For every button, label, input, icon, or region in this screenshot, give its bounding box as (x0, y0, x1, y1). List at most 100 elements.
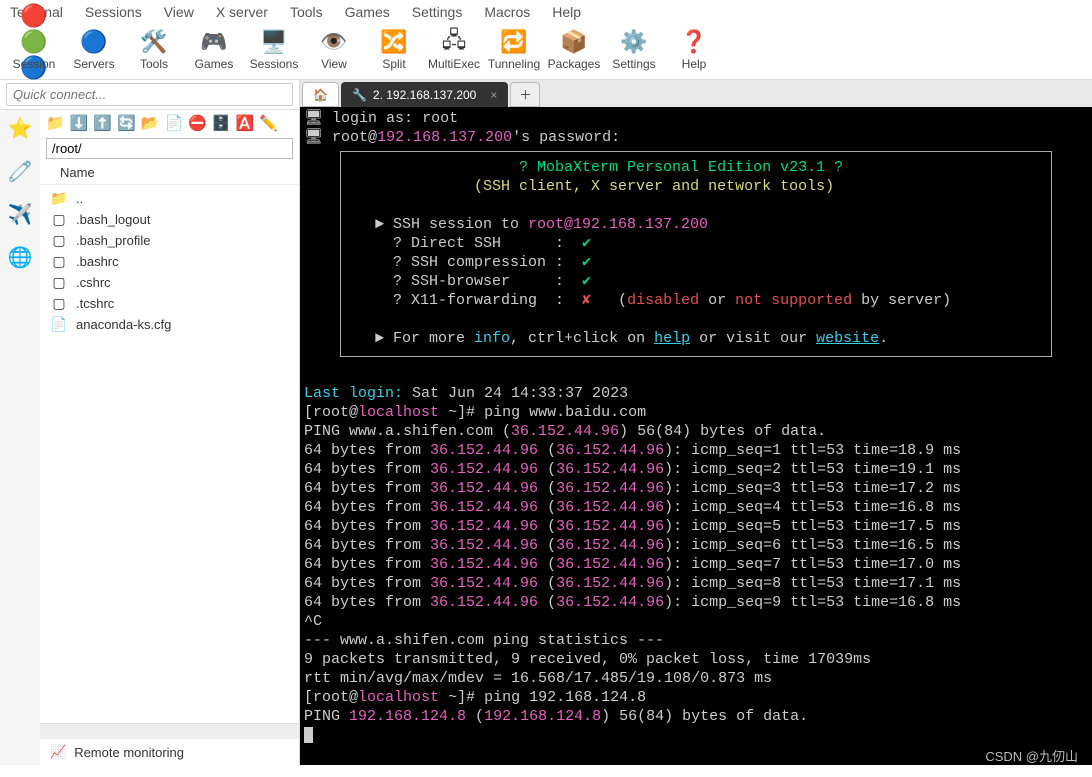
sidebar: ⭐🧷✈️🌐 📁⬇️⬆️🔄📂📄⛔🗄️🅰️✏️ Name 📁..▢.bash_log… (0, 80, 300, 765)
tool-games[interactable]: 🎮Games (184, 26, 244, 73)
file-name: anaconda-ks.cfg (76, 317, 171, 332)
file-row[interactable]: ▢ .tcshrc (40, 293, 299, 314)
tool-label: Settings (612, 57, 655, 71)
wrench-icon: 🔧 (352, 88, 367, 102)
file-row[interactable]: ▢ .bash_profile (40, 230, 299, 251)
file-row[interactable]: 📁.. (40, 188, 299, 209)
tab-home[interactable]: 🏠 (302, 82, 339, 107)
file-name: .bashrc (76, 254, 119, 269)
terminal-area: 🏠 🔧 2. 192.168.137.200 × ＋ 🖥 login as: r… (300, 80, 1092, 765)
filetb-5[interactable]: 📄 (164, 114, 183, 132)
menu-sessions[interactable]: Sessions (85, 4, 142, 20)
file-icon: ▢ (50, 274, 68, 291)
menu-view[interactable]: View (164, 4, 194, 20)
filetb-2[interactable]: ⬆️ (93, 114, 112, 132)
session-icon: 🔴🟢🔵 (20, 28, 48, 56)
menu-macros[interactable]: Macros (484, 4, 530, 20)
file-toolbar: 📁 ⬇️⬆️ 🔄 📂📄 ⛔ 🗄️ 🅰️✏️ (40, 110, 299, 136)
settings-icon: ⚙️ (620, 28, 648, 56)
file-name: .tcshrc (76, 296, 114, 311)
file-row[interactable]: ▢ .bashrc (40, 251, 299, 272)
file-name: .. (76, 191, 83, 206)
help-icon: ❓ (680, 28, 708, 56)
tool-view[interactable]: 👁️View (304, 26, 364, 73)
filetb-9[interactable]: ✏️ (259, 114, 278, 132)
tool-packages[interactable]: 📦Packages (544, 26, 604, 73)
multiexec-icon: 🖧 (440, 28, 468, 56)
file-row[interactable]: ▢ .bash_logout (40, 209, 299, 230)
tool-label: Session (13, 57, 56, 71)
quick-connect-bar (0, 80, 299, 110)
tool-help[interactable]: ❓Help (664, 26, 724, 73)
remote-monitoring-label: Remote monitoring (74, 745, 184, 760)
file-browser: 📁⬇️⬆️🔄📂📄⛔🗄️🅰️✏️ Name 📁..▢.bash_logout▢.b… (40, 110, 299, 765)
games-icon: 🎮 (200, 28, 228, 56)
file-list: 📁.. ▢ .bash_logout ▢ .bash_profile ▢ .bashrc ▢.… (40, 185, 299, 723)
filetb-3[interactable]: 🔄 (117, 114, 136, 132)
file-icon: ▢ (50, 295, 68, 312)
file-row[interactable]: 📄 anaconda-ks.cfg (40, 314, 299, 335)
tool-label: Help (682, 57, 707, 71)
remote-monitoring[interactable]: 📈 Remote monitoring (40, 739, 299, 765)
terminal[interactable]: 🖥 login as: root 🖥 root@192.168.137.200'… (300, 107, 1092, 765)
filetb-4[interactable]: 📂 (141, 114, 160, 132)
tool-tunneling[interactable]: 🔁Tunneling (484, 26, 544, 73)
monitor-icon: 📈 (50, 744, 66, 760)
tool-label: Packages (548, 57, 601, 71)
plus-icon: ＋ (519, 86, 531, 103)
vtab-2[interactable]: ✈️ (8, 202, 33, 227)
tool-label: Servers (73, 57, 114, 71)
watermark: CSDN @九仞山 (985, 746, 1078, 765)
filetb-8[interactable]: 🅰️ (236, 114, 255, 132)
vtab-0[interactable]: ⭐ (8, 116, 33, 141)
main-toolbar: 🔴🟢🔵Session🔵Servers🛠️Tools🎮Games🖥️Session… (0, 24, 1092, 80)
tab-label: 2. 192.168.137.200 (373, 88, 476, 102)
quick-connect-input[interactable] (6, 83, 293, 106)
file-name: .bash_logout (76, 212, 150, 227)
tool-label: Tunneling (488, 57, 540, 71)
file-header-name[interactable]: Name (40, 161, 299, 185)
tool-servers[interactable]: 🔵Servers (64, 26, 124, 73)
split-icon: 🔀 (380, 28, 408, 56)
tool-sessions[interactable]: 🖥️Sessions (244, 26, 304, 73)
tool-label: Split (382, 57, 405, 71)
path-input[interactable] (46, 138, 293, 159)
close-icon[interactable]: × (490, 88, 497, 102)
tab-session[interactable]: 🔧 2. 192.168.137.200 × (341, 82, 508, 107)
home-icon: 🏠 (313, 88, 328, 102)
menu-x-server[interactable]: X server (216, 4, 268, 20)
tool-settings[interactable]: ⚙️Settings (604, 26, 664, 73)
menu-games[interactable]: Games (345, 4, 390, 20)
menu-tools[interactable]: Tools (290, 4, 323, 20)
menu-settings[interactable]: Settings (412, 4, 463, 20)
h-scrollbar[interactable] (40, 723, 299, 739)
tool-split[interactable]: 🔀Split (364, 26, 424, 73)
tool-tools[interactable]: 🛠️Tools (124, 26, 184, 73)
tool-session[interactable]: 🔴🟢🔵Session (4, 26, 64, 73)
tools-icon: 🛠️ (140, 28, 168, 56)
tab-add[interactable]: ＋ (510, 82, 540, 107)
file-icon: ▢ (50, 253, 68, 270)
file-row[interactable]: ▢ .cshrc (40, 272, 299, 293)
view-icon: 👁️ (320, 28, 348, 56)
tool-label: View (321, 57, 347, 71)
menu-bar: TerminalSessionsViewX serverToolsGamesSe… (0, 0, 1092, 24)
file-icon: ▢ (50, 232, 68, 249)
tool-label: MultiExec (428, 57, 480, 71)
vtab-3[interactable]: 🌐 (8, 245, 33, 270)
packages-icon: 📦 (560, 28, 588, 56)
file-icon: 📄 (50, 316, 68, 333)
tab-bar: 🏠 🔧 2. 192.168.137.200 × ＋ (300, 80, 1092, 107)
tool-label: Tools (140, 57, 168, 71)
tool-multiexec[interactable]: 🖧MultiExec (424, 26, 484, 73)
menu-help[interactable]: Help (552, 4, 581, 20)
file-name: .cshrc (76, 275, 111, 290)
filetb-6[interactable]: ⛔ (188, 114, 207, 132)
file-icon: ▢ (50, 211, 68, 228)
filetb-0[interactable]: 📁 (46, 114, 65, 132)
filetb-1[interactable]: ⬇️ (70, 114, 89, 132)
file-name: .bash_profile (76, 233, 150, 248)
file-icon: 📁 (50, 190, 68, 207)
filetb-7[interactable]: 🗄️ (212, 114, 231, 132)
vtab-1[interactable]: 🧷 (8, 159, 33, 184)
